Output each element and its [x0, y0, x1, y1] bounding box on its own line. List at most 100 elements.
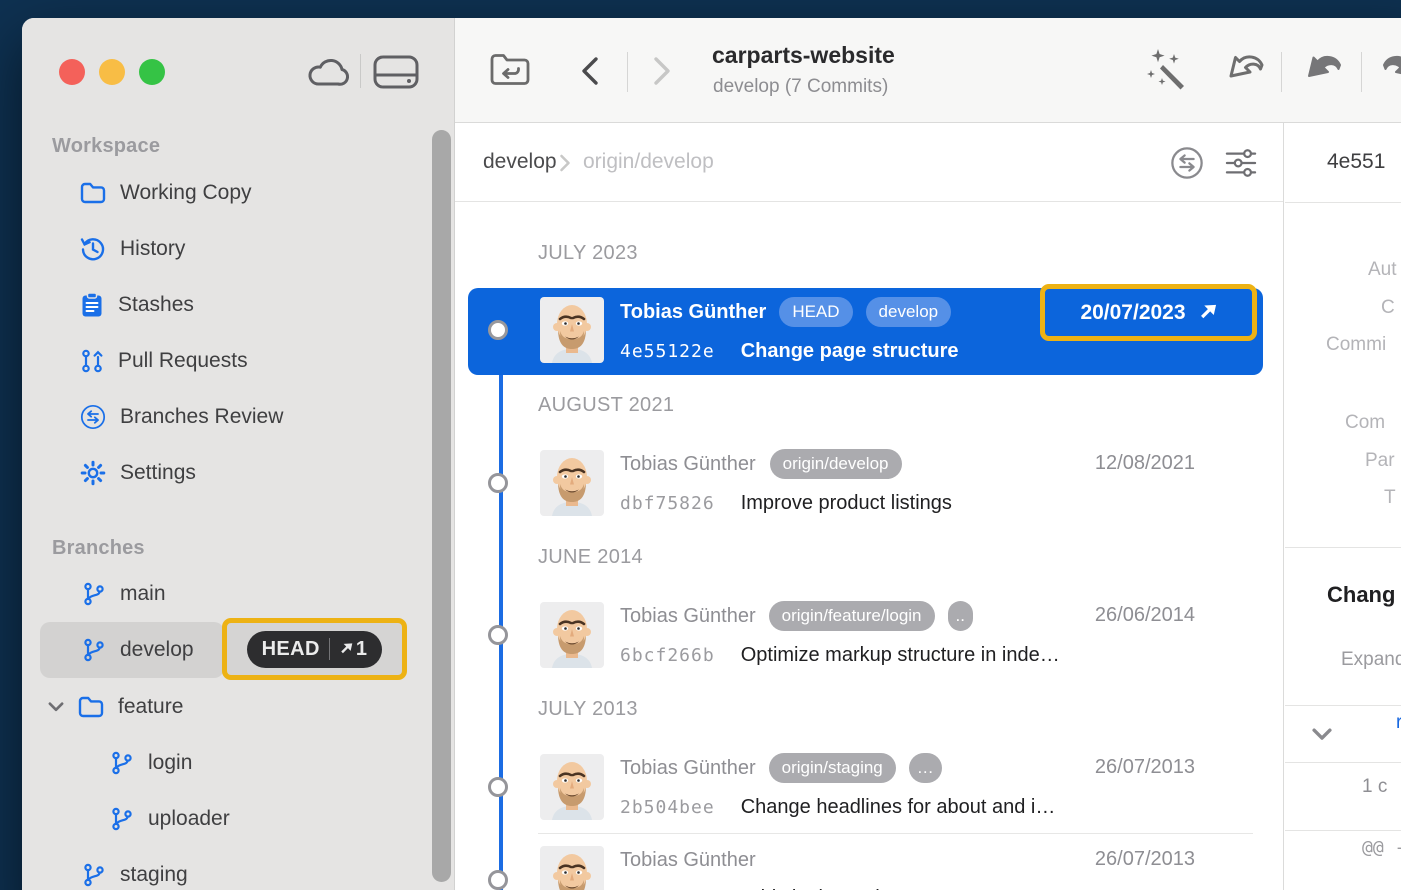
commit-date: 26/07/2013 [1045, 756, 1195, 779]
sidebar-branch-staging[interactable]: staging [82, 847, 188, 890]
divider [1285, 202, 1401, 203]
date-section-header: JUNE 2014 [538, 546, 643, 569]
branches-review-icon [80, 404, 106, 430]
commit-detail-panel: 4e551 Aut C Commi Com Par T Chang Expand… [1285, 123, 1401, 890]
back-button[interactable] [578, 56, 602, 86]
repo-title: carparts-website [712, 42, 895, 69]
avatar [540, 450, 604, 516]
sidebar-branch-uploader[interactable]: uploader [110, 791, 230, 847]
commit-message-line: 4e55122e Change page structure [620, 337, 959, 365]
folder-icon [78, 696, 104, 718]
commit-message: Optimize markup structure in inde… [741, 644, 1060, 667]
branch-icon [82, 582, 106, 606]
ref-badge-overflow[interactable]: .. [948, 601, 973, 631]
app-window: Workspace Working Copy History Stashes [22, 18, 1401, 890]
repo-subtitle: develop (7 Commits) [713, 76, 888, 98]
forward-button[interactable] [650, 56, 674, 86]
commit-message-line[interactable]: 6bcf266b Optimize markup structure in in… [620, 641, 1060, 669]
drive-icon[interactable] [372, 52, 420, 92]
sidebar-item-pull-requests[interactable]: Pull Requests [80, 333, 248, 389]
cloud-icon[interactable] [306, 56, 350, 88]
branch-icon [82, 863, 106, 887]
branch-label: main [120, 582, 166, 606]
divider [1285, 547, 1401, 548]
breadcrumb-current-branch[interactable]: develop [483, 150, 557, 174]
divider [627, 52, 628, 92]
ahead-count: 1 [356, 638, 368, 661]
sidebar-item-working-copy[interactable]: Working Copy [80, 165, 252, 221]
ref-badge-branch[interactable]: develop [866, 297, 952, 327]
commit-sha: 4e55122e [620, 341, 715, 362]
ref-badge-remote[interactable]: origin/feature/login [769, 601, 935, 631]
timeline-node [488, 320, 508, 340]
commit-message: Add single product st… [741, 887, 948, 890]
undo-arrow-icon[interactable] [1300, 52, 1344, 90]
detail-commit-sha: 4e551 [1327, 150, 1385, 174]
row-divider [538, 833, 1253, 834]
commit-meta-line[interactable]: Tobias Günther origin/develop [620, 449, 902, 479]
detail-meta-label: Commi [1326, 334, 1386, 356]
commit-timeline [499, 333, 503, 890]
branch-label: staging [120, 863, 188, 887]
redo-arrow-icon[interactable] [1380, 52, 1401, 90]
breadcrumb-tracked-branch: origin/develop [583, 150, 714, 174]
sidebar-item-branches-review[interactable]: Branches Review [80, 389, 283, 445]
divider [360, 54, 361, 88]
compare-icon[interactable] [1170, 146, 1204, 180]
divider [1285, 762, 1401, 763]
commit-meta-line[interactable]: Tobias Günther origin/feature/login .. [620, 601, 973, 631]
folder-icon [80, 182, 106, 204]
head-badge[interactable]: HEAD 1 [247, 631, 383, 668]
commit-message-line[interactable]: dbf75826 Improve product listings [620, 489, 952, 517]
sidebar-branch-login[interactable]: login [110, 735, 192, 791]
sidebar-item-label: Working Copy [120, 181, 252, 205]
sidebar-branch-develop[interactable]: develop [82, 622, 194, 678]
change-count: 1 c [1362, 776, 1387, 798]
ref-badge-head[interactable]: HEAD [779, 297, 852, 327]
branch-label: uploader [148, 807, 230, 831]
expand-all-button[interactable]: Expand [1341, 649, 1401, 671]
reflog-arrow-icon[interactable] [1222, 52, 1266, 90]
divider [1285, 705, 1401, 706]
commit-message-line[interactable]: 0933dd4b Add single product st… [620, 884, 947, 890]
minimize-button[interactable] [99, 59, 125, 85]
branches-section-title: Branches [52, 537, 145, 560]
sidebar-item-history[interactable]: History [80, 221, 185, 277]
history-icon [80, 236, 106, 262]
commit-date: 12/08/2021 [1045, 452, 1195, 475]
close-button[interactable] [59, 59, 85, 85]
detail-meta-label: C [1381, 297, 1395, 319]
commit-message-line[interactable]: 2b504bee Change headlines for about and … [620, 793, 1055, 821]
repo-folder-icon[interactable] [488, 50, 532, 90]
timeline-node [488, 870, 508, 890]
gear-icon [80, 460, 106, 486]
commit-date-highlight-box[interactable]: 20/07/2023 [1040, 284, 1257, 341]
sidebar-branch-main[interactable]: main [82, 566, 166, 622]
timeline-node [488, 777, 508, 797]
chevron-down-icon[interactable] [1312, 728, 1332, 741]
commit-message: Improve product listings [741, 492, 952, 515]
sidebar-item-stashes[interactable]: Stashes [80, 277, 194, 333]
commit-meta-line[interactable]: Tobias Günther [620, 845, 756, 875]
branch-label: develop [120, 638, 194, 662]
filter-icon[interactable] [1224, 148, 1258, 178]
commit-meta-line[interactable]: Tobias Günther origin/staging … [620, 753, 942, 783]
branch-icon [110, 751, 134, 775]
avatar [540, 846, 604, 890]
detail-meta-label: T [1384, 487, 1396, 509]
commit-sha: 2b504bee [620, 797, 715, 818]
chevron-down-icon[interactable] [48, 702, 64, 712]
ref-badge-remote[interactable]: origin/develop [770, 449, 902, 479]
magic-wand-icon[interactable] [1146, 48, 1190, 92]
changed-file-name[interactable]: r [1396, 712, 1401, 734]
divider [1281, 52, 1282, 92]
ref-badge-remote[interactable]: origin/staging [769, 753, 896, 783]
sidebar-item-settings[interactable]: Settings [80, 445, 196, 501]
sidebar-branch-folder-feature[interactable]: feature [48, 679, 183, 735]
changes-title: Chang [1327, 582, 1395, 608]
commit-author: Tobias Günther [620, 301, 766, 324]
sidebar-scrollbar[interactable] [432, 130, 451, 882]
ref-badge-overflow[interactable]: … [909, 753, 942, 783]
workspace-section-title: Workspace [52, 135, 160, 158]
zoom-button[interactable] [139, 59, 165, 85]
